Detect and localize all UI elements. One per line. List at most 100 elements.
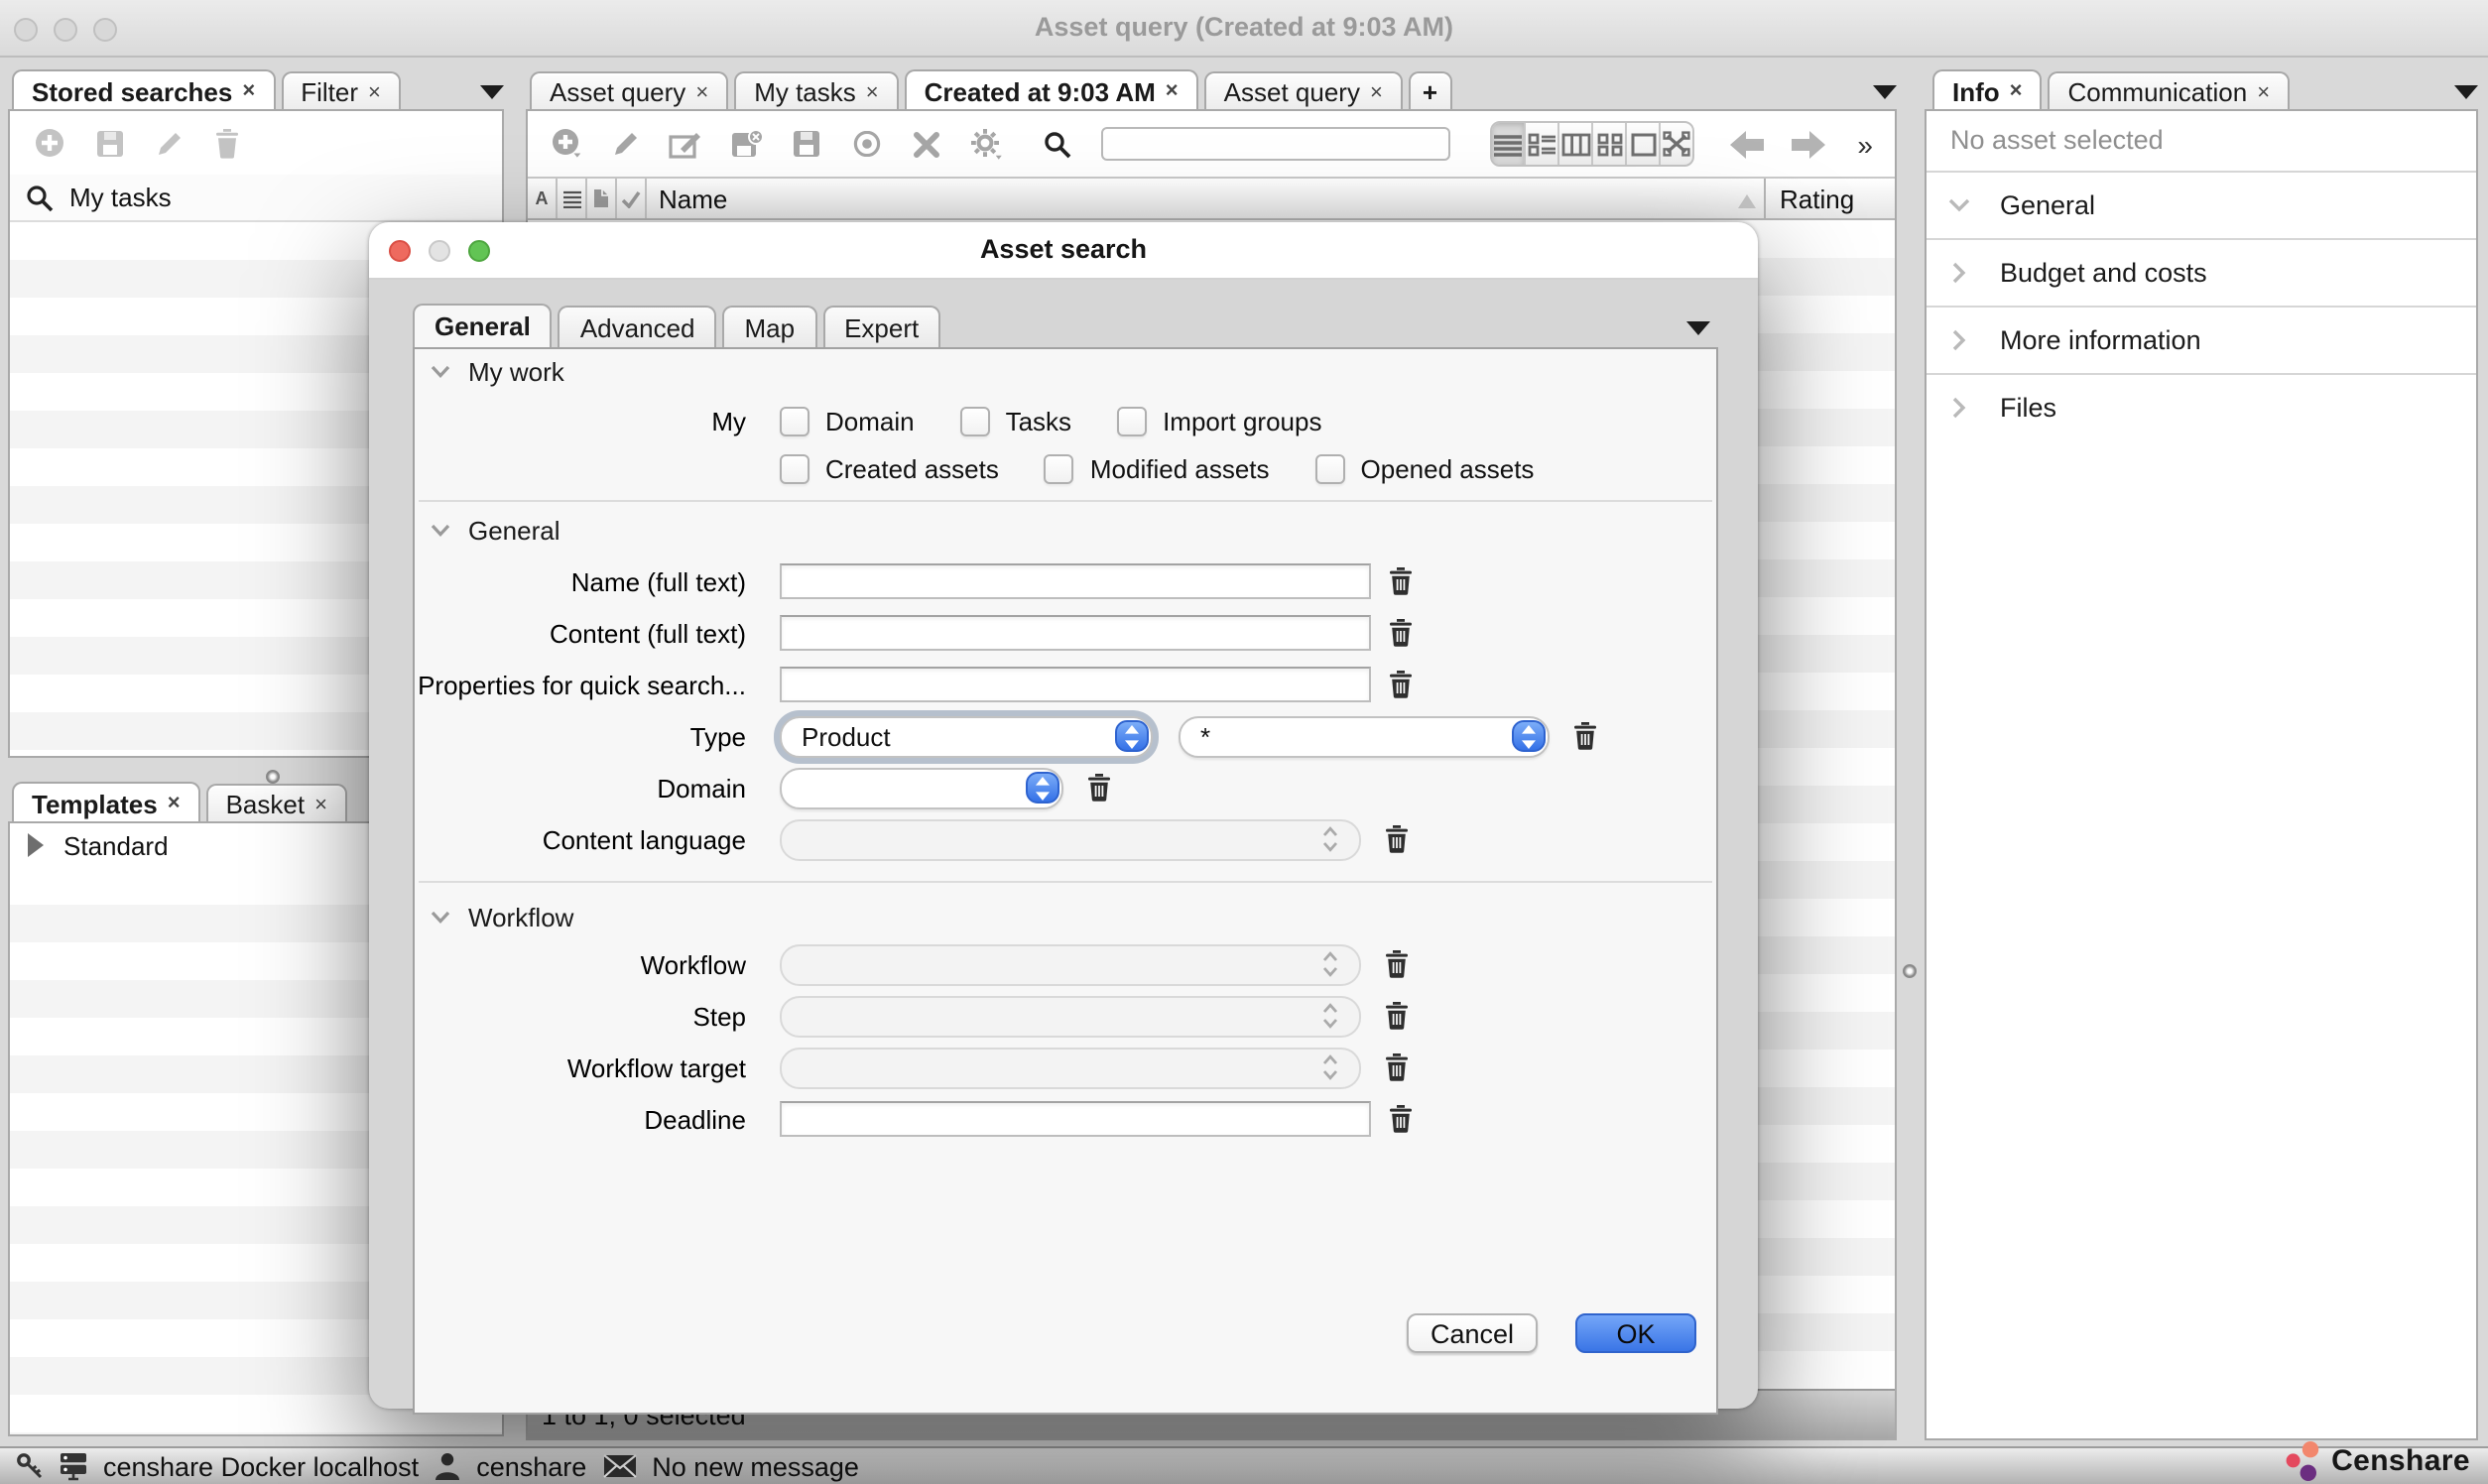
ok-button[interactable]: OK [1575, 1313, 1696, 1353]
back-icon[interactable] [1730, 130, 1764, 158]
tab-overflow-icon[interactable] [1873, 85, 1897, 99]
expand-triangle-icon[interactable] [28, 833, 44, 857]
forward-icon[interactable] [1792, 130, 1825, 158]
info-section-general[interactable]: General [1927, 173, 2476, 240]
view-detail-list-button[interactable] [1526, 123, 1559, 165]
tab-info[interactable]: Info × [1932, 69, 2043, 111]
tab-overflow-icon[interactable] [480, 85, 504, 99]
column-rows-icon[interactable] [558, 179, 587, 218]
stored-search-item[interactable]: My tasks [10, 175, 502, 222]
close-icon[interactable]: × [866, 80, 879, 104]
tab-my-tasks[interactable]: My tasks × [734, 71, 898, 111]
workflow-select[interactable] [780, 943, 1361, 985]
tab-asset-query-1[interactable]: Asset query × [530, 71, 728, 111]
tab-overflow-icon[interactable] [2454, 85, 2478, 99]
section-workflow[interactable]: Workflow [415, 895, 1716, 938]
checkbox-created-assets[interactable] [780, 453, 809, 483]
deadline-input[interactable] [780, 1101, 1371, 1137]
settings-gear-icon[interactable] [968, 127, 1004, 161]
dialog-tab-advanced[interactable]: Advanced [559, 306, 717, 347]
close-icon[interactable]: × [242, 79, 255, 103]
domain-select[interactable] [780, 767, 1063, 808]
preview-eye-icon[interactable] [849, 131, 885, 157]
clear-field-trash-icon[interactable] [1389, 671, 1413, 698]
clear-field-trash-icon[interactable] [1573, 722, 1597, 750]
column-type-icon[interactable]: A [528, 179, 558, 218]
section-general[interactable]: General [415, 508, 1716, 552]
delete-x-icon[interactable] [913, 130, 940, 158]
search-input[interactable] [1101, 127, 1450, 161]
tab-stored-searches[interactable]: Stored searches × [12, 69, 275, 111]
panel-resize-grip[interactable] [266, 770, 280, 784]
tab-filter[interactable]: Filter × [281, 71, 401, 111]
view-single-button[interactable] [1627, 123, 1661, 165]
info-section-more-information[interactable]: More information [1927, 308, 2476, 375]
column-header-rating[interactable]: Rating [1764, 179, 1895, 218]
dialog-tab-general[interactable]: General [413, 304, 553, 347]
new-asset-icon[interactable] [550, 127, 583, 161]
checkbox-import-groups[interactable] [1117, 406, 1147, 435]
dialog-tab-expert[interactable]: Expert [822, 306, 940, 347]
close-icon[interactable]: × [695, 80, 708, 104]
section-my-work[interactable]: My work [415, 349, 1716, 393]
close-icon[interactable]: × [1370, 80, 1383, 104]
type-subselect[interactable]: * [1179, 715, 1550, 757]
close-icon[interactable]: × [314, 793, 327, 816]
info-section-files[interactable]: Files [1927, 375, 2476, 440]
new-tab-button[interactable]: + [1409, 71, 1451, 111]
dialog-tab-map[interactable]: Map [723, 306, 817, 347]
edit-icon[interactable] [611, 129, 641, 159]
clear-field-trash-icon[interactable] [1389, 1105, 1413, 1133]
delete-icon[interactable] [214, 128, 240, 158]
save-icon[interactable] [792, 129, 821, 159]
type-select[interactable]: Product [780, 715, 1153, 757]
tab-asset-query-2[interactable]: Asset query × [1204, 71, 1403, 111]
view-list-button[interactable] [1492, 123, 1526, 165]
clear-field-trash-icon[interactable] [1389, 567, 1413, 595]
message-status[interactable]: No new message [652, 1451, 859, 1481]
server-name[interactable]: censhare Docker localhost [103, 1451, 419, 1481]
clear-field-trash-icon[interactable] [1385, 1053, 1409, 1081]
tab-overflow-icon[interactable] [1686, 321, 1710, 335]
checkbox-opened-assets[interactable] [1315, 453, 1345, 483]
checkbox-modified-assets[interactable] [1045, 453, 1074, 483]
view-shuffle-button[interactable] [1661, 123, 1692, 165]
cancel-button[interactable]: Cancel [1407, 1313, 1538, 1353]
tab-basket[interactable]: Basket × [206, 784, 347, 823]
tab-created-at-903[interactable]: Created at 9:03 AM × [905, 69, 1198, 111]
save-icon[interactable] [95, 128, 125, 158]
step-select[interactable] [780, 995, 1361, 1037]
info-section-budget[interactable]: Budget and costs [1927, 240, 2476, 308]
checkbox-tasks[interactable] [960, 406, 990, 435]
toolbar-overflow-icon[interactable]: » [1857, 128, 1873, 160]
clear-field-trash-icon[interactable] [1385, 950, 1409, 978]
content-input[interactable] [780, 615, 1371, 651]
close-icon[interactable]: × [2010, 79, 2023, 103]
clear-field-trash-icon[interactable] [1389, 619, 1413, 647]
view-columns-button[interactable] [1559, 123, 1593, 165]
user-name[interactable]: censhare [476, 1451, 586, 1481]
edit-icon[interactable] [155, 128, 185, 158]
clear-field-trash-icon[interactable] [1087, 774, 1111, 802]
clear-field-trash-icon[interactable] [1385, 825, 1409, 853]
add-icon[interactable] [34, 127, 65, 159]
content-language-select[interactable] [780, 818, 1361, 860]
clear-field-trash-icon[interactable] [1385, 1002, 1409, 1030]
close-icon[interactable]: × [368, 80, 381, 104]
tab-communication[interactable]: Communication × [2049, 71, 2291, 111]
checkbox-domain[interactable] [780, 406, 809, 435]
close-icon[interactable]: × [168, 792, 181, 815]
column-page-icon[interactable] [587, 179, 617, 218]
splitter-grip[interactable] [1903, 964, 1917, 978]
view-grid-button[interactable] [1593, 123, 1627, 165]
properties-input[interactable] [780, 667, 1371, 702]
close-icon[interactable]: × [2257, 80, 2270, 104]
edit-in-window-icon[interactable] [669, 128, 702, 160]
tab-templates[interactable]: Templates × [12, 782, 200, 823]
column-header-name[interactable]: Name [647, 184, 1764, 213]
column-check-icon[interactable] [617, 179, 647, 218]
name-input[interactable] [780, 563, 1371, 599]
workflow-target-select[interactable] [780, 1047, 1361, 1088]
close-icon[interactable]: × [1166, 79, 1179, 103]
save-discard-icon[interactable] [730, 128, 764, 160]
